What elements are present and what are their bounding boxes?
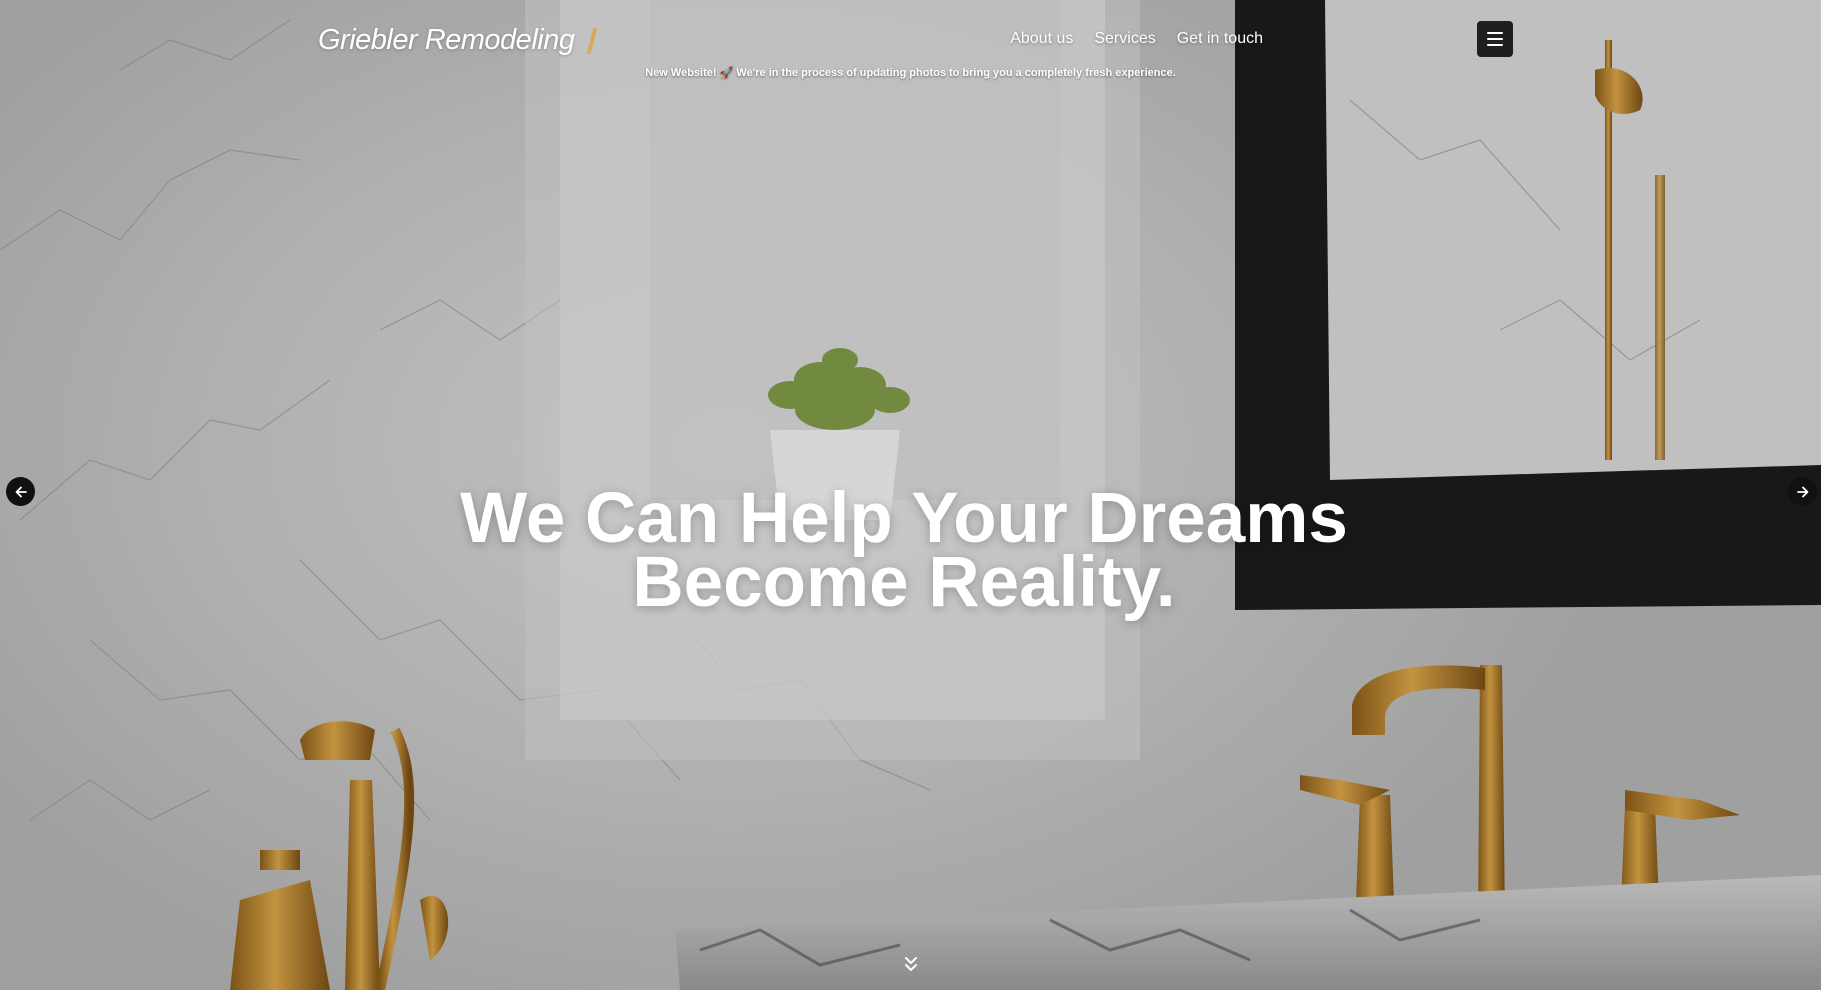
- hero-headline: We Can Help Your Dreams Become Reality.: [0, 479, 1808, 622]
- hero-headline-line1: We Can Help Your Dreams: [460, 479, 1348, 558]
- hero-headline-line2: Become Reality.: [632, 543, 1176, 622]
- announcement-text: New Website! 🚀 We're in the process of u…: [645, 67, 1176, 79]
- main-nav: About us Services Get in touch: [1010, 30, 1263, 52]
- nav-services[interactable]: Services: [1094, 30, 1155, 52]
- slider-next-button[interactable]: [1788, 477, 1817, 506]
- arrow-left-icon: [15, 486, 27, 497]
- nav-about-us[interactable]: About us: [1010, 30, 1073, 52]
- nav-get-in-touch[interactable]: Get in touch: [1177, 30, 1263, 52]
- hamburger-icon[interactable]: [1477, 21, 1513, 57]
- arrow-right-icon: [1796, 486, 1808, 497]
- double-chevron-down-icon[interactable]: [903, 955, 919, 975]
- slider-prev-button[interactable]: [6, 477, 35, 506]
- brand-logo[interactable]: Griebler Remodeling: [318, 24, 575, 57]
